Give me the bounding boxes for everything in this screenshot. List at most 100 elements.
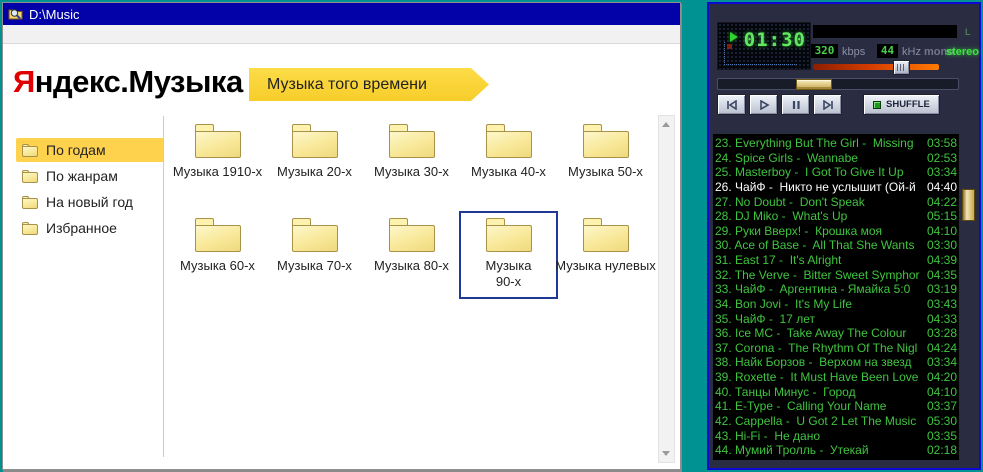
playlist-track[interactable]: 28. DJ Miko - What's Up 05:15: [715, 209, 957, 224]
volume-thumb[interactable]: [893, 60, 910, 75]
clutter-glyph: L: [965, 27, 971, 37]
folder-item[interactable]: Музыка 60-х: [169, 212, 266, 298]
folder-item[interactable]: Музыка нулевых: [557, 212, 654, 298]
track-title: 23. Everything But The Girl - Missing: [715, 136, 925, 151]
track-title: 44. Мумий Тролль - Утекай: [715, 443, 925, 458]
track-duration: 04:22: [927, 195, 957, 210]
playlist-track[interactable]: 26. ЧайФ - Никто не услышит (Ой-й 04:40: [715, 180, 957, 195]
playlist-track[interactable]: 36. Ice MC - Take Away The Colour 03:28: [715, 326, 957, 341]
track-duration: 03:58: [927, 136, 957, 151]
folder-item-label: Музыка 80-х: [374, 258, 449, 274]
stereo-indicator: stereo: [946, 46, 979, 58]
playlist-track[interactable]: 40. Танцы Минус - Город 04:10: [715, 385, 957, 400]
playlist-track[interactable]: 39. Roxette - It Must Have Been Love 04:…: [715, 370, 957, 385]
folder-item-label: Музыка 50-х: [568, 164, 643, 180]
playlist-track[interactable]: 30. Ace of Base - All That She Wants 03:…: [715, 238, 957, 253]
divider: [163, 116, 164, 457]
folder-item-label: Музыка 70-х: [277, 258, 352, 274]
song-title-marquee[interactable]: [813, 25, 957, 38]
track-title: 25. Masterboy - I Got To Give It Up: [715, 165, 925, 180]
playlist-track[interactable]: 41. E-Type - Calling Your Name 03:37: [715, 399, 957, 414]
playlist-track[interactable]: 38. Найк Борзов - Верхом на звезд 03:34: [715, 355, 957, 370]
track-title: 26. ЧайФ - Никто не услышит (Ой-й: [715, 180, 925, 195]
shuffle-button[interactable]: SHUFFLE: [863, 94, 940, 115]
track-title: 43. Hi-Fi - Не дано: [715, 429, 925, 444]
playlist-track[interactable]: 35. ЧайФ - 17 лет 04:33: [715, 312, 957, 327]
seek-thumb[interactable]: [796, 79, 832, 90]
folder-item[interactable]: Музыка 40-х: [460, 118, 557, 204]
folder-item[interactable]: Музыка 80-х: [363, 212, 460, 298]
playlist-track[interactable]: 33. ЧайФ - Аргентина - Ямайка 5:0 03:19: [715, 282, 957, 297]
explorer-titlebar[interactable]: D:\Music: [3, 3, 680, 25]
playlist-track[interactable]: 43. Hi-Fi - Не дано 03:35: [715, 429, 957, 444]
folder-grid: Музыка 1910-х Музыка 20-х Музыка 30-х: [169, 118, 654, 298]
bitrate-value: 320: [811, 44, 838, 58]
track-duration: 04:39: [927, 253, 957, 268]
playlist-track[interactable]: 34. Bon Jovi - It's My Life 03:43: [715, 297, 957, 312]
play-indicator-icon: [730, 32, 738, 42]
sidebar-item-label: Избранное: [46, 220, 117, 236]
playlist-track[interactable]: 29. Руки Вверх! - Крошка моя 04:10: [715, 224, 957, 239]
sidebar-item[interactable]: На новый год: [16, 190, 164, 214]
sidebar: По годам По жанрам На новый год: [16, 138, 164, 240]
scroll-down-icon[interactable]: [662, 451, 670, 456]
previous-icon: [725, 100, 739, 110]
folder-item[interactable]: Музыка 70-х: [266, 212, 363, 298]
seek-bar[interactable]: [717, 78, 959, 90]
playlist-track[interactable]: 37. Corona - The Rhythm Of The Nigl 04:2…: [715, 341, 957, 356]
folder-item[interactable]: Музыка 20-х: [266, 118, 363, 204]
scroll-up-icon[interactable]: [662, 122, 670, 127]
sidebar-item[interactable]: По жанрам: [16, 164, 164, 188]
track-title: 31. East 17 - It's Alright: [715, 253, 925, 268]
pause-button[interactable]: [781, 94, 810, 115]
transport-controls: SHUFFLE: [717, 94, 940, 115]
sidebar-item-label: По годам: [46, 142, 106, 158]
folder-icon: [195, 218, 241, 252]
playlist-track[interactable]: 27. No Doubt - Don't Speak 04:22: [715, 195, 957, 210]
track-duration: 02:53: [927, 151, 957, 166]
track-title: 34. Bon Jovi - It's My Life: [715, 297, 925, 312]
track-duration: 03:37: [927, 399, 957, 414]
folder-item[interactable]: Музыка 30-х: [363, 118, 460, 204]
track-duration: 03:30: [927, 238, 957, 253]
track-duration: 03:34: [927, 355, 957, 370]
banner-label: Музыка того времени: [267, 76, 427, 94]
next-button[interactable]: [813, 94, 842, 115]
explorer-scrollbar[interactable]: [658, 115, 675, 463]
track-duration: 03:35: [927, 429, 957, 444]
track-duration: 04:40: [927, 180, 957, 195]
playlist-track[interactable]: 42. Cappella - U Got 2 Let The Music 05:…: [715, 414, 957, 429]
playlist-track[interactable]: 23. Everything But The Girl - Missing 03…: [715, 136, 957, 151]
folder-search-icon: [8, 7, 23, 21]
samplerate-unit: kHz: [902, 46, 921, 58]
playlist-track[interactable]: 25. Masterboy - I Got To Give It Up 03:3…: [715, 165, 957, 180]
track-duration: 04:10: [927, 385, 957, 400]
playlist-track[interactable]: 44. Мумий Тролль - Утекай 02:18: [715, 443, 957, 458]
folder-icon: [22, 196, 38, 209]
playlist-track[interactable]: 32. The Verve - Bitter Sweet Symphor 04:…: [715, 268, 957, 283]
time-visualizer-display[interactable]: 01:30: [717, 22, 811, 70]
track-duration: 03:28: [927, 326, 957, 341]
desktop: D:\Music Яндекс.Музыка Музыка того време…: [0, 0, 983, 472]
playlist: 23. Everything But The Girl - Missing 03…: [713, 134, 959, 460]
folder-item-label: Музыка 30-х: [374, 164, 449, 180]
folder-icon: [195, 124, 241, 158]
sidebar-item[interactable]: По годам: [16, 138, 164, 162]
playlist-track[interactable]: 31. East 17 - It's Alright 04:39: [715, 253, 957, 268]
folder-item[interactable]: Музыка 90-х: [460, 212, 557, 298]
folder-icon: [22, 170, 38, 183]
play-button[interactable]: [749, 94, 778, 115]
playlist-track[interactable]: 24. Spice Girls - Wannabe 02:53: [715, 151, 957, 166]
banner-arrow: Музыка того времени: [249, 68, 489, 101]
folder-item[interactable]: Музыка 50-х: [557, 118, 654, 204]
previous-button[interactable]: [717, 94, 746, 115]
folder-icon: [486, 218, 532, 252]
playlist-scrollbar-thumb[interactable]: [962, 189, 975, 221]
sidebar-item[interactable]: Избранное: [16, 216, 164, 240]
folder-icon: [389, 124, 435, 158]
track-duration: 04:33: [927, 312, 957, 327]
explorer-window: D:\Music Яндекс.Музыка Музыка того време…: [2, 2, 681, 470]
folder-item[interactable]: Музыка 1910-х: [169, 118, 266, 204]
volume-slider[interactable]: [813, 64, 939, 70]
folder-icon: [22, 144, 38, 157]
